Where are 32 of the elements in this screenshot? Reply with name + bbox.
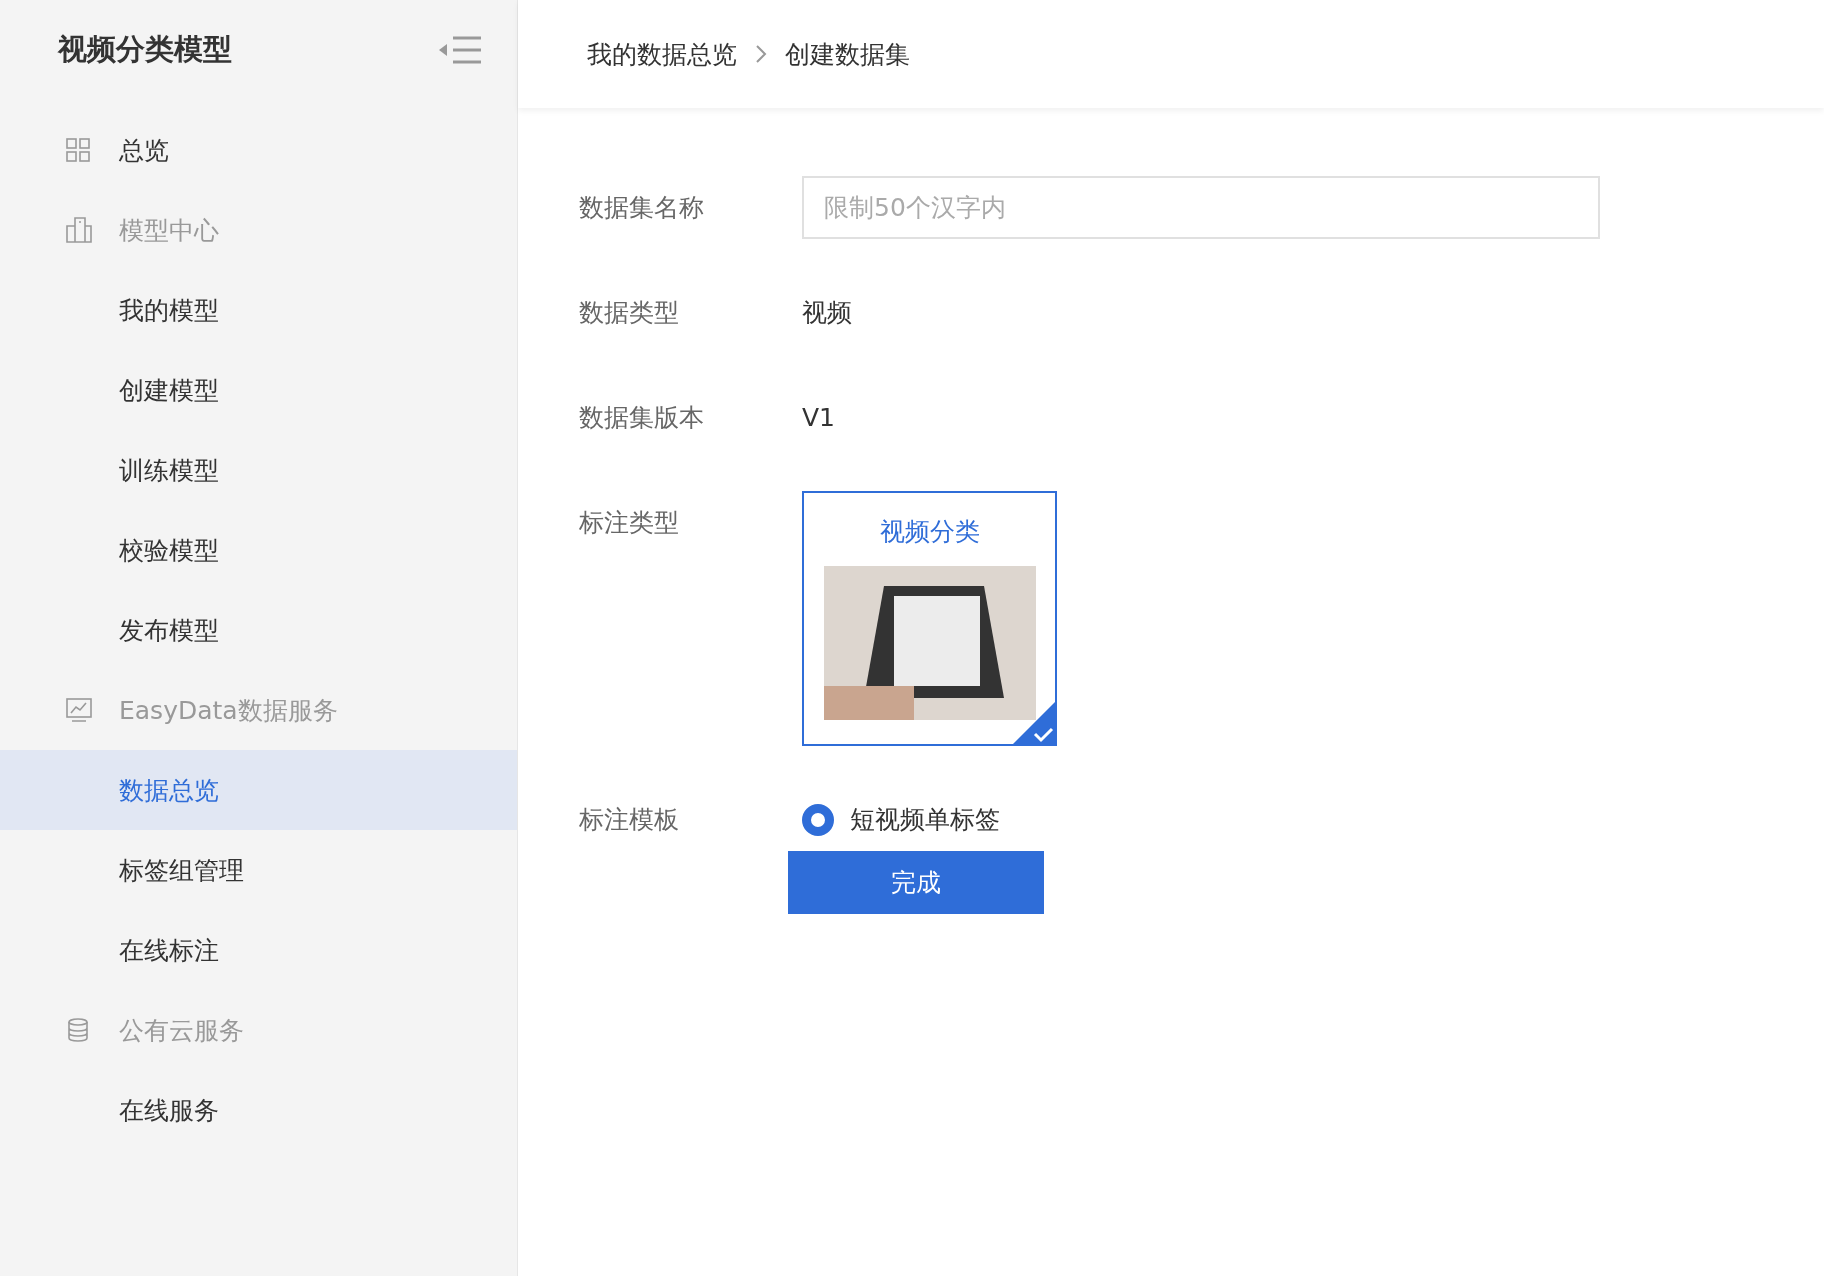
field-label: 数据类型 (579, 297, 680, 329)
database-icon (65, 1017, 91, 1043)
card-title: 视频分类 (879, 516, 980, 548)
name-input-field[interactable]: 限制50个汉字内 (802, 176, 1600, 239)
sidebar-item[interactable]: 在线服务 (0, 1070, 517, 1150)
building-icon (65, 216, 93, 244)
field-label: 标注模板 (579, 804, 680, 836)
sidebar-item[interactable]: 总览 (119, 133, 169, 167)
chevron-right-icon (755, 44, 767, 64)
app-title: 视频分类模型 (58, 31, 232, 68)
sidebar-item[interactable]: 训练模型 (0, 430, 517, 510)
sidebar-item[interactable]: 校验模型 (0, 510, 517, 590)
chart-monitor-icon (65, 696, 93, 724)
template-radio-option[interactable]: 短视频单标签 (802, 788, 1000, 851)
breadcrumb-link[interactable]: 创建数据集 (785, 37, 910, 71)
grid-icon (65, 137, 91, 163)
sidebar-item[interactable]: 标签组管理 (0, 830, 517, 910)
submit-button[interactable]: 完成 (788, 851, 1044, 914)
field-label: 数据集名称 (579, 192, 705, 224)
field-label: 标注类型 (579, 507, 680, 539)
sidebar-item[interactable]: 发布模型 (0, 590, 517, 670)
sidebar-item[interactable]: 在线标注 (0, 910, 517, 990)
selected-check-icon (1011, 700, 1057, 746)
annotation-type-card[interactable]: 视频分类 (802, 491, 1057, 746)
collapse-menu-icon[interactable] (437, 35, 483, 65)
field-label: 数据集版本 (579, 402, 705, 434)
field-value: 视频 (802, 297, 853, 329)
sidebar-item[interactable]: 数据总览 (0, 750, 517, 830)
sidebar-item[interactable]: 创建模型 (0, 350, 517, 430)
field-value: V1 (802, 402, 836, 434)
breadcrumb-link[interactable]: 我的数据总览 (587, 37, 737, 71)
sidebar-item[interactable]: 我的模型 (0, 270, 517, 350)
